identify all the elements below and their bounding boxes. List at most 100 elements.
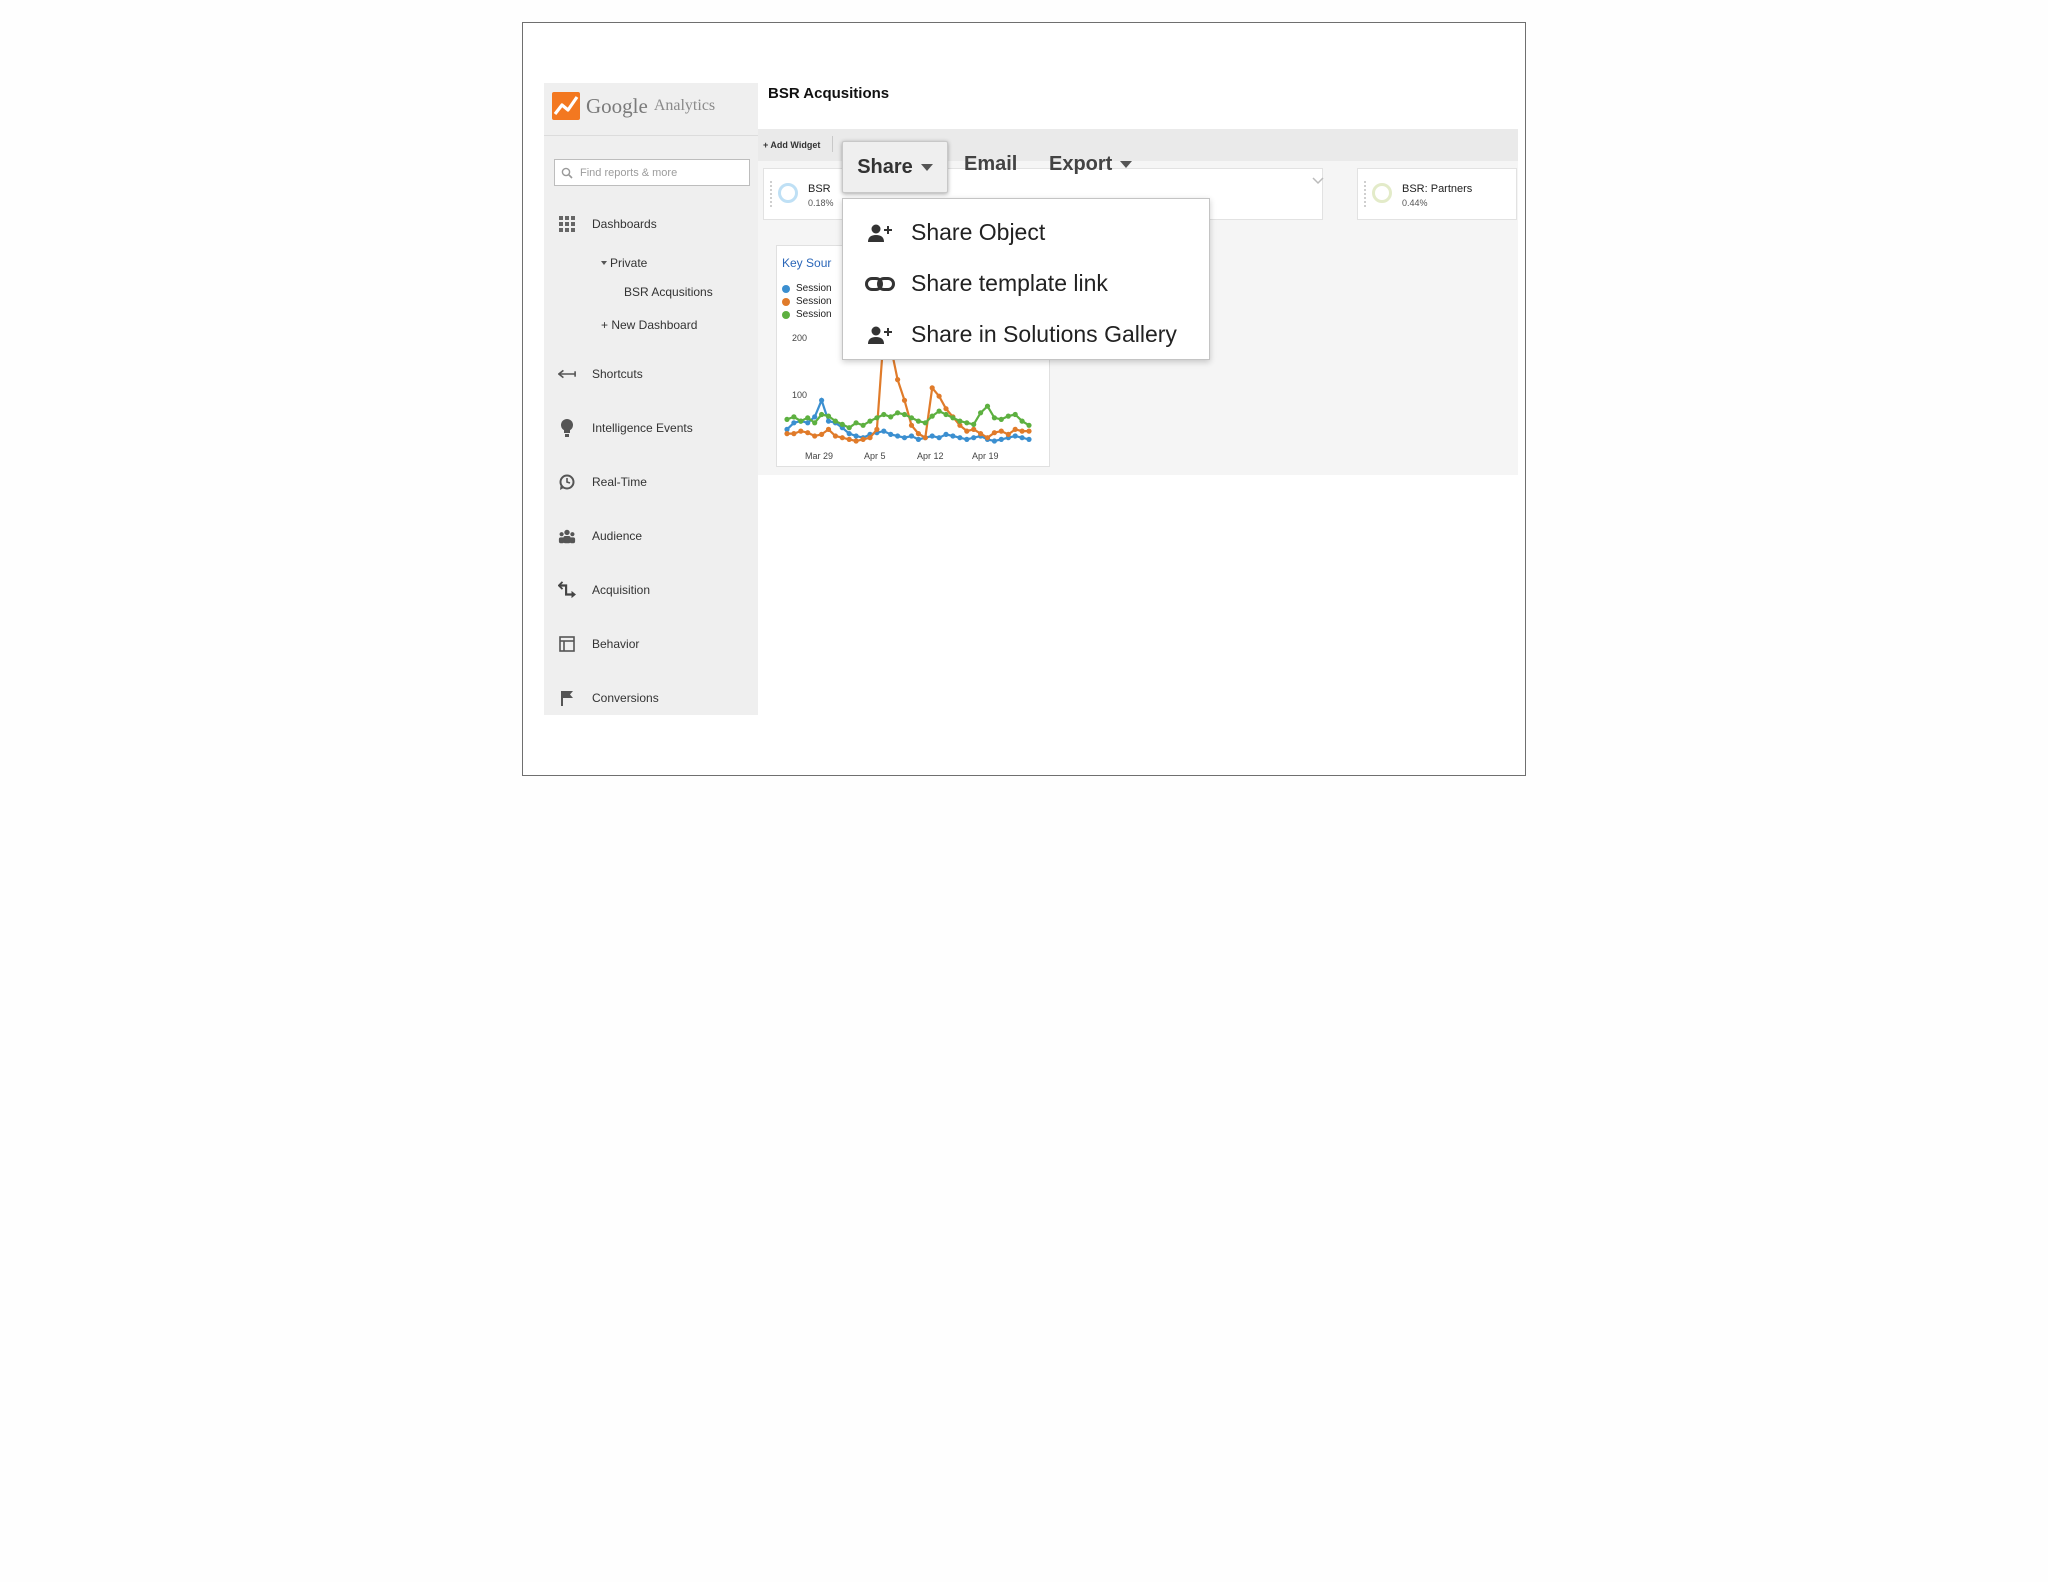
data-point — [908, 422, 915, 428]
data-point — [839, 421, 845, 427]
search-box[interactable] — [554, 159, 750, 186]
menu-item-share-solutions-gallery[interactable]: Share in Solutions Gallery — [865, 321, 1177, 348]
scorecard-widget-partners[interactable]: BSR: Partners 0.44% — [1357, 168, 1517, 220]
data-point — [984, 403, 991, 409]
data-point — [1026, 428, 1032, 434]
data-point — [867, 418, 873, 424]
data-point — [1012, 433, 1018, 439]
x-tick-label: Mar 29 — [805, 451, 833, 461]
chevron-down-icon[interactable] — [1312, 177, 1324, 185]
data-point — [791, 431, 797, 437]
sidebar-item-intelligence-events[interactable]: Intelligence Events — [558, 419, 693, 437]
data-point — [860, 436, 866, 442]
data-point — [915, 418, 921, 424]
data-point — [812, 414, 818, 420]
private-folder[interactable]: Private — [601, 256, 647, 270]
data-point — [1026, 422, 1032, 428]
data-point — [819, 431, 825, 437]
data-point — [978, 431, 984, 437]
sidebar-item-dashboards[interactable]: Dashboards — [558, 215, 657, 233]
data-point — [805, 420, 811, 426]
data-point — [819, 411, 825, 418]
drag-handle[interactable] — [770, 181, 772, 207]
sidebar-item-shortcuts[interactable]: Shortcuts — [558, 365, 643, 383]
sidebar-item-audience[interactable]: Audience — [558, 527, 642, 545]
data-point — [922, 420, 928, 426]
data-point — [812, 433, 818, 439]
scorecard-value: 0.44% — [1402, 198, 1428, 208]
data-point — [805, 430, 811, 436]
data-point — [805, 415, 811, 421]
data-point — [950, 433, 956, 439]
sidebar-item-acquisition[interactable]: Acquisition — [558, 581, 650, 599]
data-point — [929, 413, 935, 419]
email-button[interactable]: Email — [964, 153, 1017, 176]
clock-icon — [558, 473, 576, 491]
analytics-logo-icon — [552, 92, 580, 120]
data-point — [1019, 428, 1025, 434]
x-tick-label: Apr 12 — [917, 451, 944, 461]
data-point — [853, 433, 859, 439]
new-dashboard-link[interactable]: + New Dashboard — [601, 318, 697, 332]
dashboard-link-bsr[interactable]: BSR Acqusitions — [624, 285, 713, 299]
sidebar-item-label: Dashboards — [592, 217, 657, 231]
flag-icon — [558, 689, 576, 707]
y-tick-label: 100 — [792, 390, 807, 400]
sidebar-item-conversions[interactable]: Conversions — [558, 689, 659, 707]
data-point — [991, 430, 997, 436]
data-point — [1026, 436, 1032, 442]
drag-handle[interactable] — [1364, 181, 1366, 207]
data-point — [943, 411, 949, 418]
data-point — [908, 415, 915, 421]
export-label: Export — [1049, 153, 1113, 175]
data-point — [929, 433, 935, 439]
caret-down-icon — [601, 261, 607, 265]
screenshot-frame: Google Analytics Dashboards Priva — [522, 22, 1526, 776]
data-point — [998, 416, 1004, 422]
data-point — [832, 418, 838, 424]
data-point — [964, 436, 970, 442]
data-point — [825, 413, 832, 419]
data-point — [881, 411, 887, 418]
google-analytics-logo[interactable]: Google Analytics — [552, 91, 715, 121]
data-point — [964, 420, 970, 426]
data-point — [901, 397, 908, 403]
ring-gauge — [1372, 183, 1392, 203]
product-name: Analytics — [653, 97, 716, 114]
sidebar-item-real-time[interactable]: Real-Time — [558, 473, 647, 491]
scorecard-name: BSR — [808, 183, 831, 195]
page-title: BSR Acqusitions — [768, 85, 890, 102]
data-point — [819, 397, 825, 403]
lightbulb-icon — [558, 419, 576, 437]
export-button[interactable]: Export — [1049, 153, 1133, 176]
data-point — [915, 436, 921, 442]
data-point — [943, 406, 949, 412]
data-point — [846, 436, 852, 442]
data-point — [1012, 411, 1018, 418]
data-point — [825, 418, 832, 424]
data-point — [936, 435, 942, 441]
private-label: Private — [610, 256, 648, 270]
menu-item-label: Share template link — [911, 270, 1108, 296]
sidebar-item-behavior[interactable]: Behavior — [558, 635, 639, 653]
menu-item-share-object[interactable]: Share Object — [865, 219, 1045, 246]
data-point — [943, 431, 949, 437]
data-point — [825, 426, 832, 432]
data-point — [867, 435, 873, 441]
data-point — [784, 416, 790, 422]
data-point — [1019, 418, 1025, 424]
caret-down-icon — [1120, 161, 1133, 168]
add-widget-button[interactable]: + Add Widget — [763, 140, 820, 150]
data-point — [998, 428, 1004, 434]
email-label: Email — [964, 153, 1018, 175]
sidebar: Google Analytics Dashboards Priva — [544, 83, 758, 715]
sidebar-item-label: Shortcuts — [592, 367, 643, 381]
share-button[interactable]: Share — [842, 141, 948, 193]
search-input[interactable] — [578, 165, 742, 180]
data-point — [791, 420, 797, 426]
data-point — [908, 433, 915, 439]
menu-item-share-template-link[interactable]: Share template link — [865, 270, 1108, 297]
x-tick-label: Apr 19 — [972, 451, 999, 461]
share-dropdown-menu: Share Object Share template link Share i… — [842, 198, 1210, 360]
data-point — [895, 410, 901, 416]
